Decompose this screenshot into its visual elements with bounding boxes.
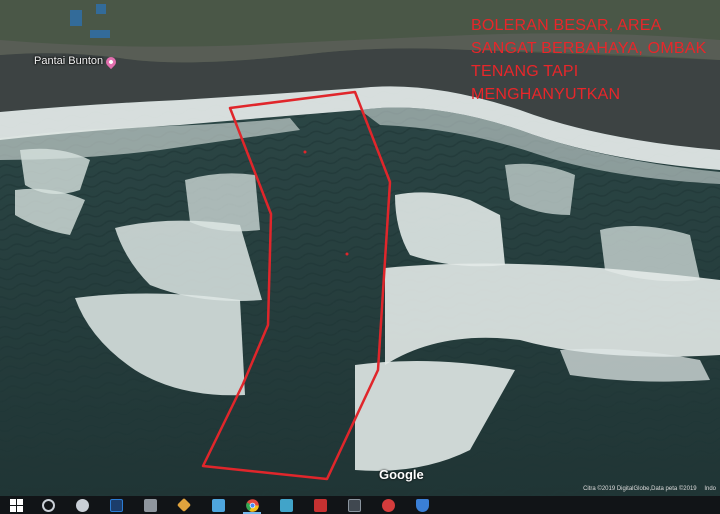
place-pin-icon (104, 54, 119, 70)
app-chrome-icon (245, 498, 259, 512)
app-red-app-icon (381, 498, 395, 512)
taskbar-item-3[interactable] (104, 496, 128, 514)
taskbar-item-2[interactable] (70, 496, 94, 514)
app-red-game-icon (313, 498, 327, 512)
app-chrome-alt-icon (75, 498, 89, 512)
app-media-icon (279, 498, 293, 512)
taskbar (0, 496, 720, 514)
taskbar-item-11[interactable] (376, 496, 400, 514)
place-name: Pantai Bunton (34, 55, 104, 67)
taskbar-item-9[interactable] (308, 496, 332, 514)
attribution-suffix: Indo (704, 486, 716, 492)
imagery-credit[interactable]: Citra ©2019 DigitalGlobe,Data peta ©2019 (583, 486, 697, 492)
taskbar-item-1[interactable] (36, 496, 60, 514)
windows-start-button[interactable] (0, 496, 32, 514)
taskbar-item-6[interactable] (206, 496, 230, 514)
taskbar-item-10[interactable] (342, 496, 366, 514)
place-label[interactable]: Pantai Bunton (34, 54, 119, 70)
app-photoshop-icon (109, 498, 123, 512)
annotation-line: MENGHANYUTKAN (471, 86, 621, 103)
app-calculator-icon (143, 498, 157, 512)
cortana-search-icon (41, 498, 55, 512)
annotation-line: BOLERAN BESAR, AREA (471, 17, 662, 34)
windows-icon (9, 498, 23, 512)
satellite-map[interactable]: Pantai Bunton BOLERAN BESAR, AREA SANGAT… (0, 0, 720, 496)
taskbar-item-5[interactable] (172, 496, 196, 514)
app-tools-icon (176, 497, 192, 513)
warning-annotation: BOLERAN BESAR, AREA SANGAT BERBAHAYA, OM… (471, 14, 720, 106)
taskbar-item-12[interactable] (410, 496, 434, 514)
google-logo: Google (379, 467, 424, 482)
taskbar-item-4[interactable] (138, 496, 162, 514)
app-blue-shield-icon (415, 498, 429, 512)
annotation-line: SANGAT BERBAHAYA, OMBAK (471, 40, 707, 57)
annotation-line: TENANG TAPI (471, 63, 579, 80)
app-terminal-icon (347, 498, 361, 512)
taskbar-item-8[interactable] (274, 496, 298, 514)
taskbar-item-7[interactable] (240, 496, 264, 514)
map-attribution: Citra ©2019 DigitalGlobe,Data peta ©2019… (577, 486, 716, 492)
app-file-explorer-icon (211, 498, 225, 512)
